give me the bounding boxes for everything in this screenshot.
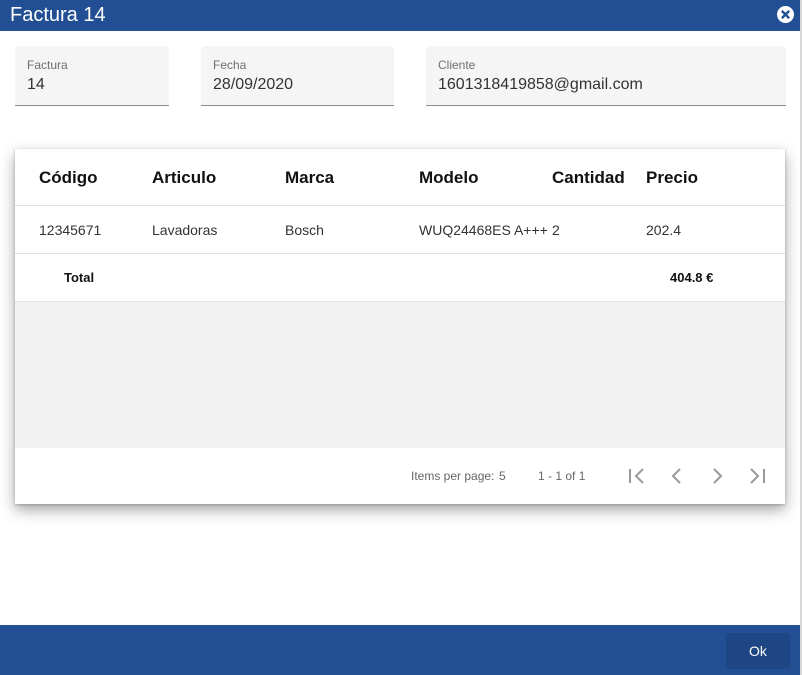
last-page-icon[interactable] <box>745 464 769 488</box>
header-marca: Marca <box>285 168 335 187</box>
items-per-page-select[interactable]: 5 <box>499 469 506 483</box>
cliente-label: Cliente <box>438 58 476 72</box>
cliente-value[interactable]: 1601318419858@gmail.com <box>438 76 643 94</box>
fecha-field[interactable]: Fecha 28/09/2020 <box>201 46 394 106</box>
cell-articulo: Lavadoras <box>152 222 218 238</box>
header-codigo: Código <box>39 168 98 187</box>
header-cantidad: Cantidad <box>552 168 625 187</box>
dialog-title: Factura 14 <box>10 4 106 26</box>
total-label: Total <box>64 270 95 285</box>
items-per-page-label: Items per page: <box>411 469 495 483</box>
close-icon[interactable] <box>777 6 794 23</box>
factura-label: Factura <box>27 58 68 72</box>
next-page-icon[interactable] <box>705 464 729 488</box>
fecha-label: Fecha <box>213 58 247 72</box>
table-row: 12345671 Lavadoras Bosch WUQ24468ES A+++… <box>15 206 785 254</box>
table-header-row: Código Articulo Marca Modelo Cantidad Pr… <box>15 149 785 206</box>
range-label: 1 - 1 of 1 <box>538 469 586 483</box>
first-page-icon[interactable] <box>625 464 649 488</box>
factura-value[interactable]: 14 <box>27 76 45 94</box>
table-footer-row: Total 404.8 € <box>15 254 785 302</box>
header-modelo: Modelo <box>419 168 479 187</box>
cell-codigo: 12345671 <box>39 222 102 238</box>
dialog-titlebar: Factura 14 <box>0 0 800 31</box>
header-articulo: Articulo <box>152 168 217 187</box>
invoice-lines-table: Código Articulo Marca Modelo Cantidad Pr… <box>15 149 785 504</box>
cell-precio: 202.4 <box>646 222 682 238</box>
table-empty-area <box>15 302 785 448</box>
paginator: Items per page: 5 1 - 1 of 1 <box>15 448 785 504</box>
cliente-field[interactable]: Cliente 1601318419858@gmail.com <box>426 46 786 106</box>
header-precio: Precio <box>646 168 698 187</box>
invoice-dialog: Factura 14 Factura 14 Fecha 28/09/2020 C… <box>0 0 802 675</box>
cell-marca: Bosch <box>285 222 324 238</box>
fecha-value[interactable]: 28/09/2020 <box>213 76 293 94</box>
cell-modelo: WUQ24468ES A+++ <box>419 222 548 238</box>
ok-button[interactable]: Ok <box>726 633 790 669</box>
previous-page-icon[interactable] <box>665 464 689 488</box>
total-value: 404.8 € <box>670 270 714 285</box>
factura-field[interactable]: Factura 14 <box>15 46 169 106</box>
cell-cantidad: 2 <box>552 222 560 238</box>
dialog-footer: Ok <box>0 625 800 675</box>
